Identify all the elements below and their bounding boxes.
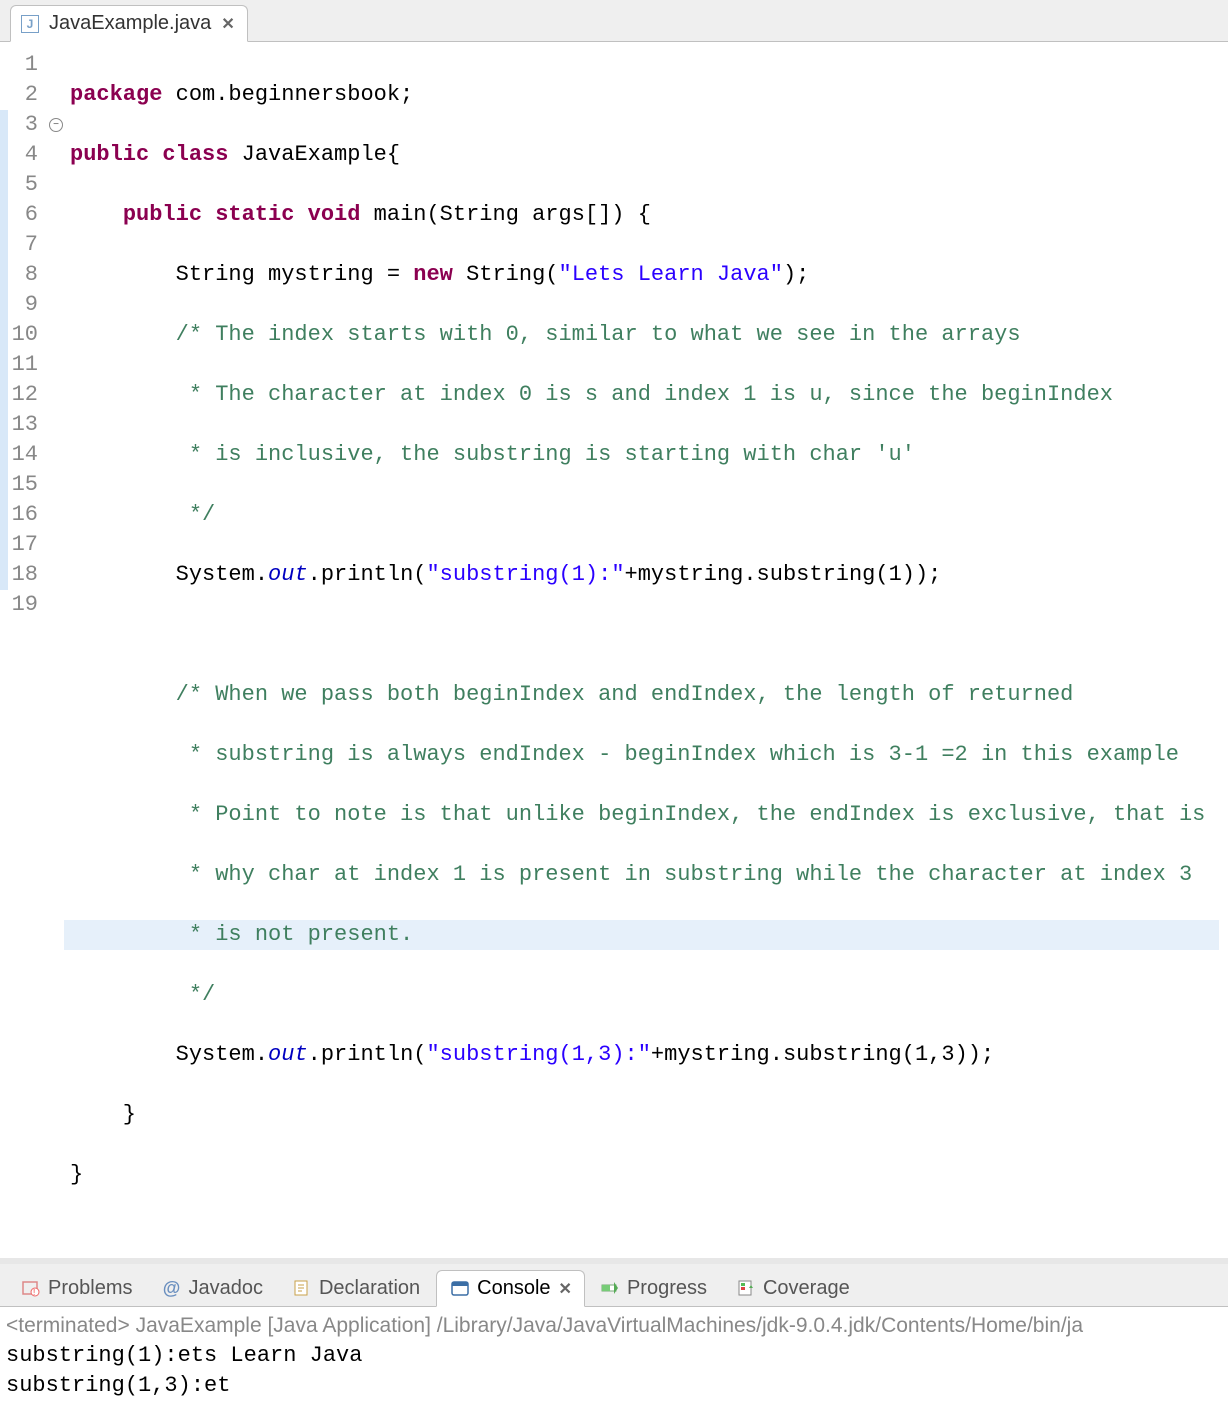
tab-declaration[interactable]: Declaration (279, 1271, 434, 1306)
problems-icon: ! (22, 1279, 40, 1297)
editor-tab-javaexample[interactable]: J JavaExample.java ✕ (10, 5, 248, 42)
console-icon (451, 1280, 469, 1298)
line-number-gutter: 1 2 3 4 5 6 7 8 9 10 11 12 13 14 15 16 1… (8, 42, 48, 1258)
java-file-icon: J (21, 15, 39, 33)
fold-margin: − (48, 42, 64, 1258)
code-editor[interactable]: 1 2 3 4 5 6 7 8 9 10 11 12 13 14 15 16 1… (0, 42, 1228, 1264)
tab-problems[interactable]: ! Problems (8, 1271, 146, 1306)
tab-label: Declaration (319, 1277, 420, 1300)
progress-icon (601, 1279, 619, 1297)
code-area[interactable]: package com.beginnersbook; public class … (64, 42, 1219, 1258)
tab-console[interactable]: Console ✕ (436, 1270, 585, 1307)
marker-bar (0, 42, 8, 1258)
tab-javadoc[interactable]: @ Javadoc (148, 1271, 277, 1306)
views-tab-bar: ! Problems @ Javadoc Declaration Console… (0, 1264, 1228, 1307)
tab-label: Coverage (763, 1277, 850, 1300)
fold-collapse-icon[interactable]: − (49, 118, 63, 132)
coverage-icon (737, 1279, 755, 1297)
console-output-line: substring(1):ets Learn Java (6, 1341, 1222, 1371)
editor-tab-title: JavaExample.java (49, 12, 211, 35)
declaration-icon (293, 1279, 311, 1297)
tab-label: Progress (627, 1277, 707, 1300)
tab-label: Problems (48, 1277, 132, 1300)
tab-coverage[interactable]: Coverage (723, 1271, 864, 1306)
tab-label: Console (477, 1277, 550, 1300)
close-icon[interactable]: ✕ (559, 1279, 570, 1299)
tab-progress[interactable]: Progress (587, 1271, 721, 1306)
console-view[interactable]: <terminated> JavaExample [Java Applicati… (0, 1307, 1228, 1421)
svg-text:!: ! (33, 1288, 35, 1297)
javadoc-icon: @ (162, 1279, 180, 1297)
tab-label: Javadoc (188, 1277, 263, 1300)
close-icon[interactable]: ✕ (221, 14, 232, 34)
console-status-line: <terminated> JavaExample [Java Applicati… (6, 1311, 1222, 1341)
editor-tab-bar: J JavaExample.java ✕ (0, 0, 1228, 42)
console-output-line: substring(1,3):et (6, 1371, 1222, 1401)
